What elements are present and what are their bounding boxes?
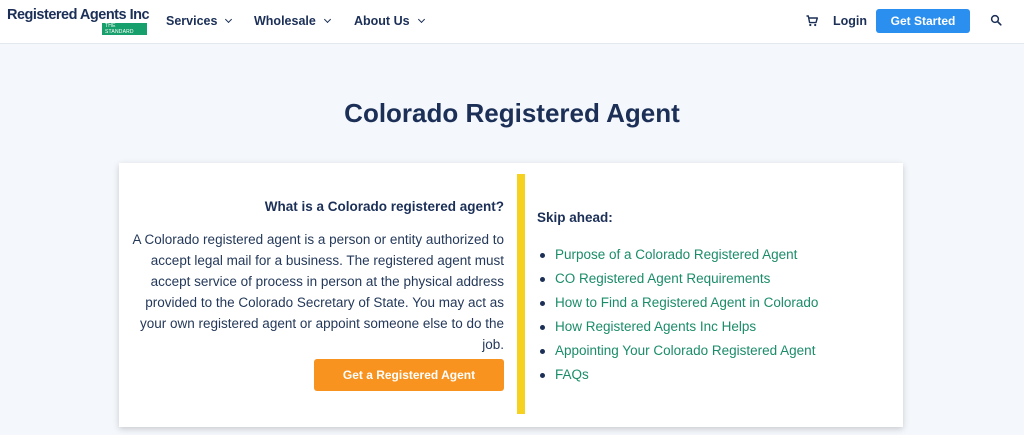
skip-link-how-we-help[interactable]: How Registered Agents Inc Helps xyxy=(538,315,818,339)
bullet-icon xyxy=(540,373,545,378)
skip-link-find-agent[interactable]: How to Find a Registered Agent in Colora… xyxy=(538,291,818,315)
skip-ahead-list: Purpose of a Colorado Registered Agent C… xyxy=(538,243,818,387)
column-divider xyxy=(517,174,525,414)
skip-link-label: How Registered Agents Inc Helps xyxy=(555,319,757,334)
logo-tagline: THE STANDARD xyxy=(102,23,147,35)
skip-link-label: Purpose of a Colorado Registered Agent xyxy=(555,247,798,262)
bullet-icon xyxy=(540,301,545,306)
skip-link-purpose[interactable]: Purpose of a Colorado Registered Agent xyxy=(538,243,818,267)
intro-card: What is a Colorado registered agent? A C… xyxy=(119,163,903,427)
login-link[interactable]: Login xyxy=(833,14,867,28)
skip-link-label: FAQs xyxy=(555,367,589,382)
get-started-button[interactable]: Get Started xyxy=(876,9,970,33)
skip-link-label: CO Registered Agent Requirements xyxy=(555,271,771,286)
intro-question-heading: What is a Colorado registered agent? xyxy=(264,199,504,214)
nav-menu-label: Services xyxy=(166,14,218,28)
shopping-cart-icon[interactable] xyxy=(806,15,818,27)
nav-menu-wholesale[interactable]: Wholesale xyxy=(254,14,331,28)
nav-menu-about-us[interactable]: About Us xyxy=(354,14,425,28)
nav-menu-services[interactable]: Services xyxy=(166,14,233,28)
skip-link-faqs[interactable]: FAQs xyxy=(538,363,818,387)
brand-logo[interactable]: Registered Agents Inc THE STANDARD xyxy=(7,7,150,35)
skip-link-label: How to Find a Registered Agent in Colora… xyxy=(555,295,819,310)
chevron-down-icon xyxy=(323,15,331,24)
bullet-icon xyxy=(540,277,545,282)
bullet-icon xyxy=(540,253,545,258)
bullet-icon xyxy=(540,325,545,330)
chevron-down-icon xyxy=(225,15,233,24)
chevron-down-icon xyxy=(417,15,425,24)
skip-link-requirements[interactable]: CO Registered Agent Requirements xyxy=(538,267,818,291)
bullet-icon xyxy=(540,349,545,354)
nav-menu-label: Wholesale xyxy=(254,14,316,28)
search-icon[interactable] xyxy=(990,14,1002,26)
logo-wordmark: Registered Agents Inc xyxy=(7,7,150,23)
nav-menu-label: About Us xyxy=(354,14,410,28)
get-registered-agent-button[interactable]: Get a Registered Agent xyxy=(314,359,504,391)
skip-link-label: Appointing Your Colorado Registered Agen… xyxy=(555,343,816,358)
page-title: Colorado Registered Agent xyxy=(344,98,680,128)
intro-description: A Colorado registered agent is a person … xyxy=(132,232,504,352)
skip-ahead-heading: Skip ahead: xyxy=(537,210,613,225)
top-navigation: Registered Agents Inc THE STANDARD Servi… xyxy=(0,0,1024,44)
skip-link-appointing[interactable]: Appointing Your Colorado Registered Agen… xyxy=(538,339,818,363)
